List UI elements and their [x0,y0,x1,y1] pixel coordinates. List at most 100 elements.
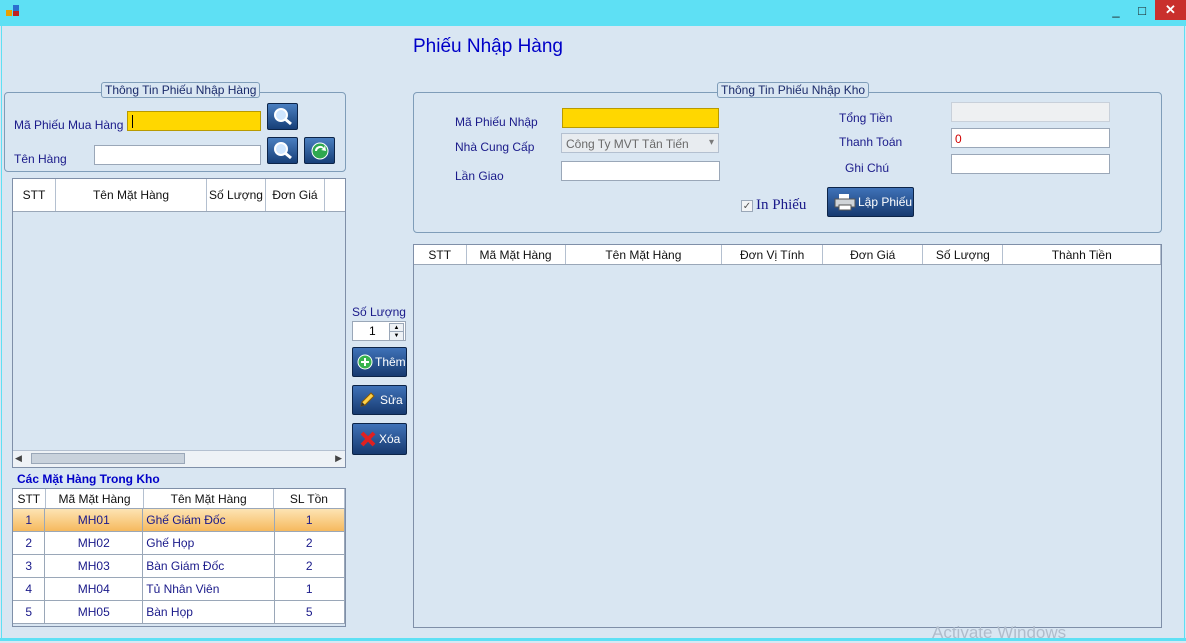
col-product-name[interactable]: Tên Mặt Hàng [144,489,274,508]
cell-name: Bàn Họp [143,601,275,623]
table-row[interactable]: 5 MH05 Bàn Họp 5 [13,601,345,624]
search-product-button[interactable] [267,137,298,164]
payment-label: Thanh Toán [839,135,903,149]
cell-name: Ghế Họp [143,532,275,554]
cell-stt: 4 [13,578,46,600]
cell-name: Tủ Nhân Viên [143,578,275,600]
table-row[interactable]: 1 MH01 Ghế Giám Đốc 1 [13,509,345,532]
stock-title: Các Mặt Hàng Trong Kho [17,472,160,486]
maximize-button[interactable]: □ [1129,0,1155,20]
cell-code: MH04 [45,578,144,600]
app-icon [6,5,19,16]
col-product-name[interactable]: Tên Mặt Hàng [56,179,207,211]
chevron-down-icon[interactable]: ▾ [709,137,714,148]
magnifier-icon [273,107,292,125]
pencil-icon [360,392,375,407]
table-row[interactable]: 3 MH03 Bàn Giám Đốc 2 [13,555,345,578]
scroll-right-icon[interactable]: ▶ [335,453,342,464]
col-amount[interactable]: Thành Tiền [1003,245,1161,264]
delete-button[interactable]: Xóa [352,423,407,455]
purchase-code-input[interactable] [127,111,261,131]
delete-button-label: Xóa [379,432,401,446]
col-unit-price[interactable]: Đơn Giá [266,179,325,211]
create-receipt-button[interactable]: Lập Phiếu [827,187,914,217]
col-stt[interactable]: STT [13,489,46,508]
print-checkbox-label: In Phiếu [756,197,807,213]
form-title: Phiếu Nhập Hàng [413,36,563,57]
col-stt[interactable]: STT [13,179,56,211]
add-button-label: Thêm [375,355,406,369]
cell-qty: 2 [275,555,345,577]
receipt-detail-grid[interactable]: STT Mã Mặt Hàng Tên Mặt Hàng Đơn Vị Tính… [413,244,1162,628]
printer-icon [834,194,856,211]
product-name-input[interactable] [94,145,261,165]
text-cursor [132,115,133,128]
create-receipt-label: Lập Phiếu [858,195,913,209]
note-label: Ghi Chú [845,161,890,175]
cell-stt: 3 [13,555,46,577]
cell-stt: 1 [13,509,46,531]
edit-button-label: Sửa [380,393,403,407]
cell-code: MH03 [45,555,144,577]
close-button[interactable]: ✕ [1155,0,1186,20]
quantity-value: 1 [369,324,376,338]
col-stock-qty[interactable]: SL Tồn [274,489,345,508]
col-stt[interactable]: STT [414,245,467,264]
horizontal-scrollbar[interactable]: ◀ ▶ [13,450,345,467]
supplier-select[interactable]: Công Ty MVT Tân Tiến ▾ [561,133,719,153]
cell-stt: 5 [13,601,46,623]
stock-receipt-legend: Thông Tin Phiếu Nhập Kho [717,82,870,98]
refresh-button[interactable] [304,137,335,164]
title-bar [0,0,1186,26]
total-label: Tổng Tiền [839,111,893,125]
receipt-code-input[interactable] [562,108,719,128]
col-product-code[interactable]: Mã Mặt Hàng [46,489,145,508]
col-unit[interactable]: Đơn Vị Tính [722,245,824,264]
table-row[interactable]: 2 MH02 Ghế Họp 2 [13,532,345,555]
scroll-left-icon[interactable]: ◀ [15,453,22,464]
product-name-label: Tên Hàng [14,152,67,166]
payment-input[interactable]: 0 [951,128,1110,148]
quantity-stepper[interactable]: 1 ▲ ▼ [352,321,406,341]
col-quantity[interactable]: Số Lượng [923,245,1004,264]
magnifier-icon [273,141,292,159]
delivery-input[interactable] [561,161,720,181]
activation-watermark: Activate Windows [932,623,1067,642]
cell-name: Bàn Giám Đốc [143,555,275,577]
note-input[interactable] [951,154,1110,174]
cell-code: MH05 [45,601,144,623]
receipt-code-label: Mã Phiếu Nhập [455,115,538,129]
stepper-down-icon[interactable]: ▼ [389,331,404,341]
minimize-button[interactable]: _ [1103,0,1129,20]
col-product-code[interactable]: Mã Mặt Hàng [467,245,566,264]
purchase-code-label: Mã Phiếu Mua Hàng [14,118,124,132]
cell-code: MH02 [45,532,144,554]
supplier-value: Công Ty MVT Tân Tiến [566,137,689,151]
cell-stt: 2 [13,532,46,554]
product-grid[interactable]: STT Tên Mặt Hàng Số Lượng Đơn Giá ◀ ▶ [12,178,346,468]
search-purchase-button[interactable] [267,103,298,130]
refresh-icon [311,142,328,159]
stock-grid[interactable]: STT Mã Mặt Hàng Tên Mặt Hàng SL Tồn 1 MH… [12,488,346,627]
scrollbar-thumb[interactable] [31,453,185,464]
receipt-info-legend: Thông Tin Phiếu Nhập Hàng [101,82,261,98]
cell-qty: 2 [275,532,345,554]
col-unit-price[interactable]: Đơn Giá [823,245,924,264]
col-quantity[interactable]: Số Lượng [207,179,266,211]
cell-qty: 1 [275,578,345,600]
print-checkbox[interactable]: ✓ [741,200,753,212]
add-button[interactable]: Thêm [352,347,407,377]
cell-qty: 1 [275,509,345,531]
col-product-name[interactable]: Tên Mặt Hàng [566,245,723,264]
delete-x-icon [360,431,376,447]
table-row[interactable]: 4 MH04 Tủ Nhân Viên 1 [13,578,345,601]
cell-name: Ghế Giám Đốc [143,509,275,531]
payment-value: 0 [955,132,962,146]
plus-icon [357,354,373,370]
cell-qty: 5 [275,601,345,623]
edit-button[interactable]: Sửa [352,385,407,415]
total-field [951,102,1110,122]
quantity-label: Số Lượng [352,305,406,319]
delivery-label: Lần Giao [455,169,504,183]
supplier-label: Nhà Cung Cấp [455,140,535,154]
